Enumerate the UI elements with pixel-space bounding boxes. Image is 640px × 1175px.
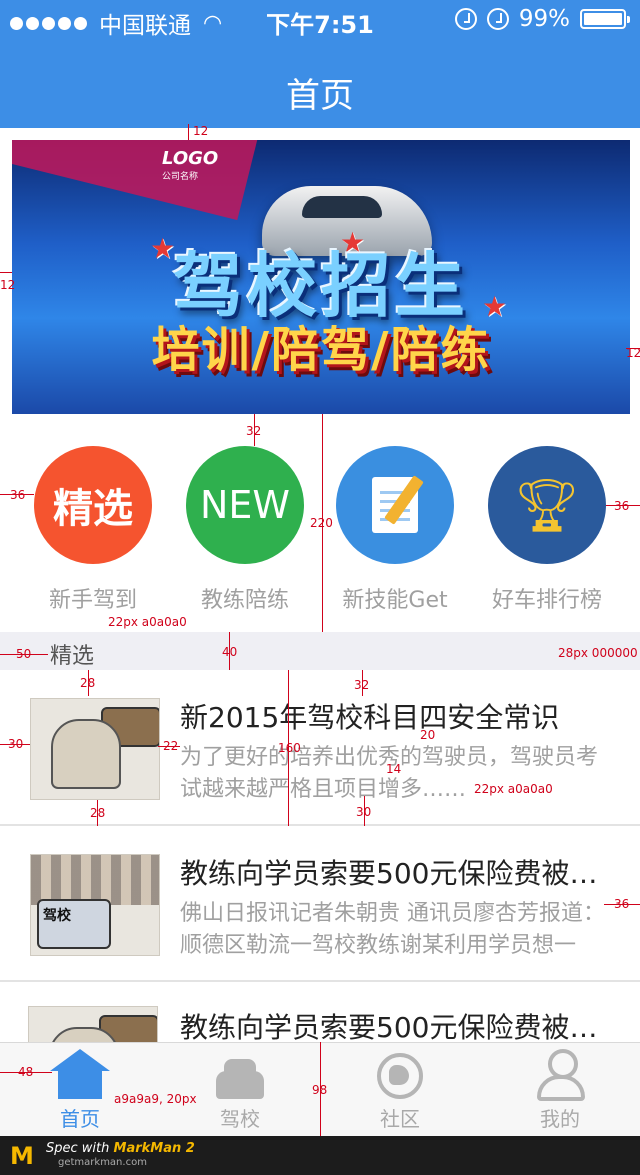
news-title: 新2015年驾校科目四安全常识 (180, 701, 560, 734)
trophy-icon: 🏆︎ (488, 446, 606, 564)
category-label: 新技能Get (342, 588, 448, 613)
category-item-newbie[interactable]: 精选 新手驾到 (18, 446, 168, 614)
news-description: 佛山日报讯记者朱朝贵 通讯员廖杏芳报道：顺德区勒流一驾校教练谢某利用学员想一过…… (180, 901, 605, 958)
annotation-label: a9a9a9, 20px (114, 1092, 197, 1106)
annotation-label: 30 (8, 737, 24, 751)
banner-ribbon (12, 140, 260, 221)
section-title: 精选 (50, 644, 95, 669)
new-icon: NEW (186, 446, 304, 564)
category-label: 好车排行榜 (491, 588, 602, 613)
annotation-label: 22 (163, 739, 179, 753)
annotation-line (188, 124, 189, 140)
car-icon (216, 1059, 264, 1099)
banner-logo-text: LOGO (162, 148, 219, 169)
markman-logo-icon: M (10, 1142, 34, 1170)
home-icon (50, 1049, 110, 1099)
person-icon (537, 1049, 585, 1101)
page-title: 首页 (286, 76, 354, 116)
spec-caption: Spec with MarkMan 2 (46, 1141, 195, 1156)
banner-logo: LOGO 公司名称 (162, 148, 218, 182)
tab-driving-school[interactable]: 驾校 (160, 1043, 320, 1137)
tab-label: 我的 (540, 1107, 580, 1131)
annotation-label: 160 (278, 741, 301, 755)
annotation-label: 22px a0a0a0 (108, 615, 187, 629)
battery-icon (580, 9, 630, 29)
tab-label: 社区 (380, 1107, 420, 1131)
spec-prefix: Spec with (46, 1141, 110, 1156)
annotation-label: 36 (614, 499, 630, 513)
category-grid: 精选 新手驾到 NEW 教练陪练 新技能Get 🏆︎ 好车排行榜 (0, 446, 640, 616)
tab-profile[interactable]: 我的 (480, 1043, 640, 1137)
spec-brand: MarkMan 2 (113, 1141, 195, 1156)
status-right: 99% (454, 6, 630, 32)
tab-label: 首页 (60, 1107, 100, 1131)
category-label: 新手驾到 (48, 588, 137, 613)
globe-icon (377, 1053, 423, 1099)
annotation-label: 28 (80, 676, 96, 690)
annotation-label: 32 (354, 678, 370, 692)
tab-home[interactable]: 首页 (0, 1043, 160, 1137)
category-item-coach[interactable]: NEW 教练陪练 (170, 446, 320, 614)
annotation-label: 12 (193, 124, 209, 138)
annotation-label: 30 (356, 805, 372, 819)
featured-icon: 精选 (34, 446, 152, 564)
thumb-caption: 驾校 (37, 899, 111, 949)
news-title: 教练向学员索要500元保险费被… (180, 1011, 598, 1044)
annotation-line (0, 272, 12, 273)
markman-footer: M Spec with MarkMan 2 getmarkman.com (0, 1136, 640, 1175)
news-thumbnail: 驾校 (30, 854, 160, 956)
annotation-label: 36 (10, 488, 26, 502)
annotation-label: 28px 000000 (558, 646, 638, 660)
markman-site: getmarkman.com (58, 1157, 147, 1168)
section-header: 精选 (0, 632, 640, 670)
annotation-label: 36 (614, 897, 630, 911)
banner-subtitle: 培训/陪驾/陪练 (151, 322, 491, 378)
annotation-label: 20 (420, 728, 436, 742)
notepad-pencil-icon (336, 446, 454, 564)
annotation-label: 12 (626, 346, 640, 360)
annotation-label: 28 (90, 806, 106, 820)
annotation-label: 220 (310, 516, 333, 530)
tab-label: 驾校 (220, 1107, 260, 1131)
annotation-label: 48 (18, 1065, 34, 1079)
annotation-label: 40 (222, 645, 238, 659)
rotation-lock-icon (454, 8, 477, 30)
annotation-label: 32 (246, 424, 262, 438)
news-title: 教练向学员索要500元保险费被… (180, 857, 598, 890)
category-item-skills[interactable]: 新技能Get (320, 446, 470, 614)
annotation-label: 12 (0, 278, 16, 292)
annotation-label: 14 (386, 762, 402, 776)
annotation-label: 22px a0a0a0 (474, 782, 553, 796)
tab-community[interactable]: 社区 (320, 1043, 480, 1137)
category-item-ranking[interactable]: 🏆︎ 好车排行榜 (472, 446, 622, 614)
annotation-label: 98 (312, 1083, 328, 1097)
battery-percent: 99% (518, 6, 570, 32)
news-thumbnail (30, 698, 160, 800)
status-bar: 中国联通 ◠ 下午7:51 99% (0, 0, 640, 40)
banner-logo-sub: 公司名称 (162, 172, 199, 182)
list-item[interactable]: 新2015年驾校科目四安全常识 为了更好的培养出优秀的驾驶员，驾驶员考试越来越严… (0, 670, 640, 826)
promo-banner[interactable]: LOGO 公司名称 ★ ★ ★ ★ 驾校招生 培训/陪驾/陪练 (12, 140, 630, 414)
list-item[interactable]: 驾校 教练向学员索要500元保险费被… 佛山日报讯记者朱朝贵 通讯员廖杏芳报道：… (0, 826, 640, 982)
alarm-icon (486, 8, 509, 30)
top-bar: 中国联通 ◠ 下午7:51 99% 首页 (0, 0, 640, 128)
annotation-label: 50 (16, 647, 32, 661)
category-label: 教练陪练 (200, 588, 289, 613)
